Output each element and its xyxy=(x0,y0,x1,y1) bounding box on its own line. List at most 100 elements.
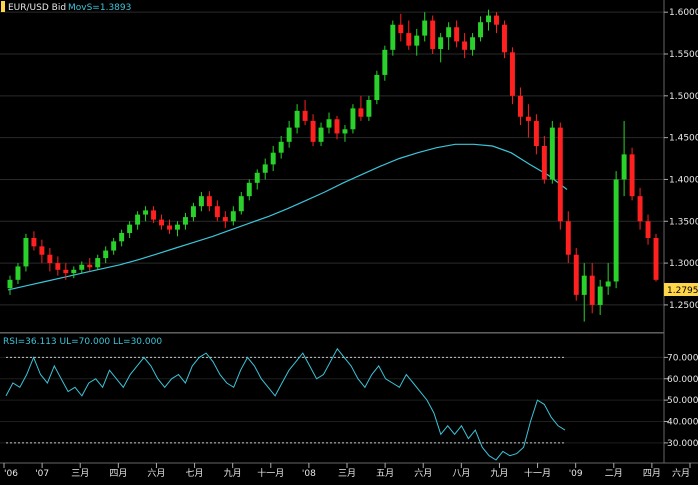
candle xyxy=(374,70,380,105)
candle-body xyxy=(262,164,268,173)
candle xyxy=(430,15,436,54)
time-tick-label: 五月 xyxy=(376,468,394,479)
title-marker xyxy=(1,1,5,12)
candle-body xyxy=(637,196,643,222)
candle-body xyxy=(509,52,515,96)
candle-body xyxy=(446,27,452,38)
time-tick-label: 二月 xyxy=(605,468,623,479)
price-tick-label: 1.3000 xyxy=(669,259,698,269)
rsi-label: RSI=36.113 UL=70.000 LL=30.000 xyxy=(3,337,162,347)
candle-body xyxy=(557,127,563,222)
candle-body xyxy=(581,275,587,295)
candle-body xyxy=(103,250,109,259)
candle-body xyxy=(613,179,619,282)
candle-body xyxy=(270,152,276,165)
time-tick-label: '08 xyxy=(302,469,316,479)
candle-body xyxy=(629,154,635,197)
candle-body xyxy=(63,269,69,274)
candle-body xyxy=(175,224,180,230)
candle-body xyxy=(502,24,507,53)
candle-body xyxy=(334,119,340,134)
rsi-tick-label: 70.000 xyxy=(667,353,698,363)
candle-body xyxy=(549,127,555,180)
price-tick-label: 1.2500 xyxy=(669,301,698,311)
candle-body xyxy=(7,279,13,289)
price-axis: 1.6000 1.5500 1.5000 1.4500 1.4000 1.3500 1.30… xyxy=(663,0,698,333)
price-tick-label: 1.6000 xyxy=(669,8,698,18)
candle-body xyxy=(198,196,204,207)
candle xyxy=(549,120,555,184)
candle-body xyxy=(206,196,212,207)
candle xyxy=(557,122,563,230)
candle-body xyxy=(222,217,228,222)
candle-body xyxy=(31,238,37,247)
candle-body xyxy=(430,20,436,49)
rsi-tick-label: 40.000 xyxy=(667,418,698,428)
price-tick-label: 1.4500 xyxy=(669,134,698,144)
candle-body xyxy=(494,15,499,25)
time-tick-label: '09 xyxy=(569,469,583,479)
candle-body xyxy=(525,116,531,121)
time-tick-label: 三月 xyxy=(71,468,89,479)
time-tick-label: '06 xyxy=(4,469,18,479)
candle-body xyxy=(318,127,324,142)
chart-canvas: EUR/USD Bid MovS=1.3893 1.6000 1.5500 1.50… xyxy=(0,0,698,480)
candle-body xyxy=(294,110,300,128)
chart-title: EUR/USD Bid xyxy=(8,3,66,13)
candle-body xyxy=(127,224,133,233)
time-tick-label: 十一月 xyxy=(524,467,551,479)
candle-body xyxy=(382,49,388,75)
candle-body xyxy=(374,74,380,100)
time-tick-label: 八月 xyxy=(452,468,470,479)
candle-body xyxy=(390,24,396,50)
time-tick-label: 六月 xyxy=(147,467,165,479)
candle-body xyxy=(79,264,85,270)
candle-body xyxy=(55,263,61,270)
candle-body xyxy=(182,217,188,225)
candle-body xyxy=(214,206,220,218)
candle-body xyxy=(238,196,244,212)
candle xyxy=(23,233,29,272)
price-tick-label: 1.5000 xyxy=(669,92,698,102)
candle-body xyxy=(645,221,651,238)
last-price-label: 1.2795 xyxy=(667,286,698,296)
candle-body xyxy=(478,22,484,38)
candle-body xyxy=(350,108,356,130)
candle-body xyxy=(190,206,196,218)
candle-body xyxy=(143,210,149,215)
candle-body xyxy=(246,182,252,197)
candle-body xyxy=(95,258,101,268)
time-tick-label: 七月 xyxy=(186,468,204,479)
candle-body xyxy=(541,146,547,180)
candle-body xyxy=(406,33,412,46)
candle-body xyxy=(605,281,611,287)
time-tick-label: '07 xyxy=(35,469,49,479)
rsi-axis: 70.000 60.000 50.000 40.000 30.000 xyxy=(663,333,698,463)
candle xyxy=(509,47,515,105)
candle-body xyxy=(39,246,45,255)
candle-body xyxy=(167,225,172,230)
time-tick-label: 九月 xyxy=(490,468,508,479)
candle-body xyxy=(517,95,523,117)
candle xyxy=(653,233,659,282)
candle-body xyxy=(366,100,372,117)
candle-body xyxy=(589,275,595,305)
candle-body xyxy=(310,120,316,142)
candle-body xyxy=(358,108,364,117)
candle-body xyxy=(533,120,539,146)
time-tick-label: 六月 xyxy=(414,467,432,479)
candle-body xyxy=(454,27,460,42)
time-tick-label: 十一月 xyxy=(257,467,284,479)
candle-body xyxy=(119,232,125,242)
chart-window: EUR/USD Bid MovS=1.3893 1.6000 1.5500 1.50… xyxy=(0,0,698,480)
candle-body xyxy=(15,266,21,280)
candle-body xyxy=(302,110,308,121)
candle-body xyxy=(111,241,117,251)
candle-body xyxy=(151,210,157,220)
candle-body xyxy=(398,24,404,34)
candle-body xyxy=(565,221,571,255)
candle-body xyxy=(278,141,284,153)
rsi-tick-label: 60.000 xyxy=(667,375,698,385)
price-tick-label: 1.3500 xyxy=(669,217,698,227)
candle-body xyxy=(342,129,348,134)
